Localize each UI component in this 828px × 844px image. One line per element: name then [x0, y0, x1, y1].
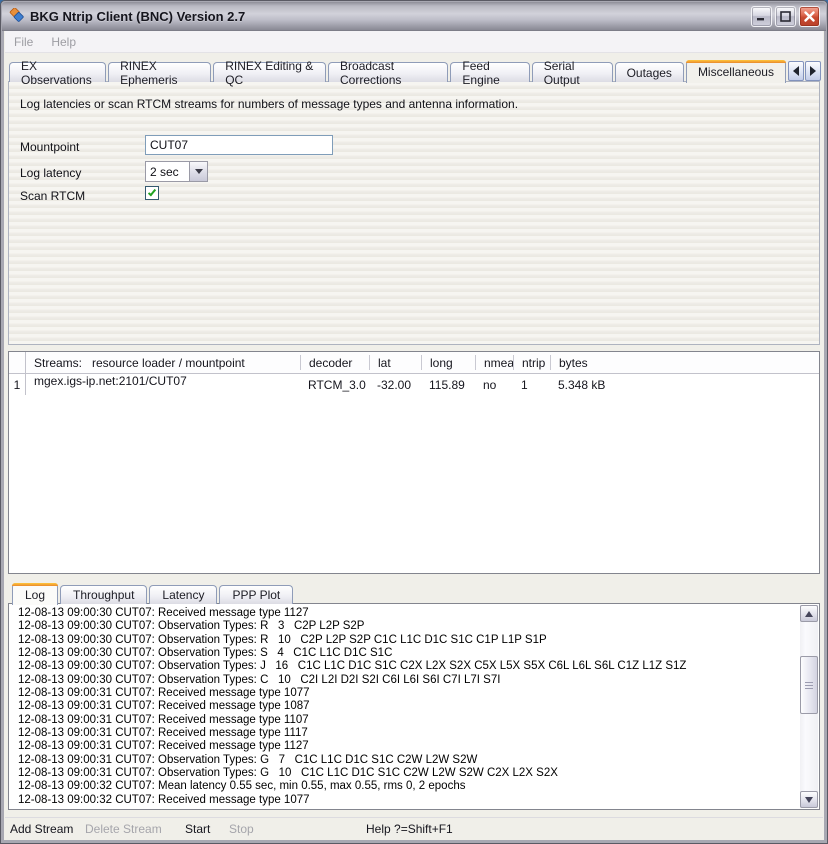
delete-stream-button[interactable]: Delete Stream [85, 822, 162, 836]
tab-rinex-observations[interactable]: EX Observations [9, 62, 106, 82]
client-area: File Help EX Observations RINEX Ephemeri… [5, 31, 823, 839]
row-decoder: RTCM_3.0 [300, 374, 369, 395]
scroll-down-button[interactable] [800, 791, 818, 808]
tab-scroll-left-button[interactable] [788, 61, 804, 81]
miscellaneous-panel: Log latencies or scan RTCM streams for n… [8, 81, 820, 345]
arrow-left-icon [793, 66, 799, 76]
start-button[interactable]: Start [185, 822, 210, 836]
window-controls [751, 6, 820, 27]
log-lines: 12-08-13 09:00:30 CUT07: Received messag… [18, 607, 795, 807]
log-line: 12-08-13 09:00:31 CUT07: Received messag… [18, 700, 795, 713]
chevron-down-icon [195, 169, 203, 178]
log-line: 12-08-13 09:00:31 CUT07: Received messag… [18, 740, 795, 753]
header-long: long [421, 355, 475, 370]
log-line: 12-08-13 09:00:30 CUT07: Observation Typ… [18, 660, 795, 673]
header-nmea: nmea [475, 355, 513, 370]
row-number: 1 [9, 374, 26, 395]
log-line: 12-08-13 09:00:31 CUT07: Received messag… [18, 687, 795, 700]
log-line: 12-08-13 09:00:30 CUT07: Received messag… [18, 607, 795, 620]
scan-rtcm-checkbox[interactable] [145, 186, 159, 200]
tab-throughput[interactable]: Throughput [60, 585, 147, 604]
main-tab-bar: EX Observations RINEX Ephemeris RINEX Ed… [9, 60, 821, 82]
arrow-right-icon [810, 66, 816, 76]
tab-scroll-right-button[interactable] [805, 61, 821, 81]
header-bytes: bytes [550, 355, 819, 370]
scrollbar-thumb[interactable] [800, 656, 818, 714]
log-line: 12-08-13 09:00:30 CUT07: Observation Typ… [18, 674, 795, 687]
scroll-up-button[interactable] [800, 605, 818, 622]
tab-rinex-ephemeris[interactable]: RINEX Ephemeris [108, 62, 211, 82]
row-long: 115.89 [421, 374, 475, 395]
maximize-button[interactable] [775, 6, 796, 27]
log-scrollbar[interactable] [800, 605, 818, 808]
streams-table-header: Streams: resource loader / mountpoint de… [9, 352, 819, 374]
row-ntrip: 1 [513, 374, 550, 395]
title-bar[interactable]: BKG Ntrip Client (BNC) Version 2.7 [2, 2, 826, 31]
row-bytes: 5.348 kB [550, 374, 819, 395]
stop-button[interactable]: Stop [229, 822, 254, 836]
log-latency-select[interactable]: 2 sec [145, 161, 208, 182]
tab-serial-output[interactable]: Serial Output [532, 62, 613, 82]
log-line: 12-08-13 09:00:30 CUT07: Observation Typ… [18, 620, 795, 633]
header-lat: lat [369, 355, 421, 370]
log-line: 12-08-13 09:00:32 CUT07: Mean latency 0.… [18, 780, 795, 793]
mountpoint-input[interactable]: CUT07 [145, 135, 333, 155]
tab-scroll-buttons [788, 61, 821, 81]
scan-rtcm-label: Scan RTCM [20, 189, 85, 203]
log-line: 12-08-13 09:00:31 CUT07: Observation Typ… [18, 754, 795, 767]
header-ntrip: ntrip [513, 355, 550, 370]
log-tab-bar: Log Throughput Latency PPP Plot [12, 582, 295, 604]
combo-dropdown-button[interactable] [189, 162, 207, 181]
row-stream: mgex.igs-ip.net:2101/CUT07 [26, 374, 300, 395]
log-output[interactable]: 12-08-13 09:00:30 CUT07: Received messag… [8, 603, 820, 810]
menu-help[interactable]: Help [42, 35, 85, 49]
tab-rinex-editing-qc[interactable]: RINEX Editing & QC [213, 62, 326, 82]
row-lat: -32.00 [369, 374, 421, 395]
panel-description: Log latencies or scan RTCM streams for n… [20, 97, 518, 111]
log-line: 12-08-13 09:00:30 CUT07: Observation Typ… [18, 647, 795, 660]
tab-log[interactable]: Log [12, 583, 58, 605]
tab-latency[interactable]: Latency [149, 585, 217, 604]
header-decoder: decoder [300, 355, 369, 370]
minimize-button[interactable] [751, 6, 772, 27]
stream-row[interactable]: 1 mgex.igs-ip.net:2101/CUT07 RTCM_3.0 -3… [9, 374, 819, 395]
window-title: BKG Ntrip Client (BNC) Version 2.7 [30, 9, 751, 24]
arrow-down-icon [805, 797, 813, 803]
tab-broadcast-corrections[interactable]: Broadcast Corrections [328, 62, 448, 82]
log-line: 12-08-13 09:00:32 CUT07: Received messag… [18, 794, 795, 807]
check-icon [148, 188, 156, 197]
log-line: 12-08-13 09:00:31 CUT07: Received messag… [18, 714, 795, 727]
log-line: 12-08-13 09:00:30 CUT07: Observation Typ… [18, 634, 795, 647]
mountpoint-label: Mountpoint [20, 140, 79, 154]
header-streams: Streams: resource loader / mountpoint [26, 356, 300, 370]
arrow-up-icon [805, 611, 813, 617]
tab-outages[interactable]: Outages [615, 62, 684, 82]
log-latency-label: Log latency [20, 166, 81, 180]
close-button[interactable] [799, 6, 820, 27]
row-nmea: no [475, 374, 513, 395]
action-bar: Add Stream Delete Stream Start Stop Help… [5, 817, 823, 839]
menu-bar: File Help [5, 31, 823, 53]
help-shortcut-label: Help ?=Shift+F1 [366, 822, 453, 836]
bnc-app-icon [8, 8, 25, 25]
menu-file[interactable]: File [5, 35, 42, 49]
tab-feed-engine[interactable]: Feed Engine [450, 62, 529, 82]
add-stream-button[interactable]: Add Stream [10, 822, 73, 836]
tab-miscellaneous[interactable]: Miscellaneous [686, 60, 786, 83]
log-line: 12-08-13 09:00:31 CUT07: Observation Typ… [18, 767, 795, 780]
log-line: 12-08-13 09:00:31 CUT07: Received messag… [18, 727, 795, 740]
app-window: BKG Ntrip Client (BNC) Version 2.7 File … [0, 0, 828, 844]
streams-table: Streams: resource loader / mountpoint de… [8, 351, 820, 574]
tab-ppp-plot[interactable]: PPP Plot [219, 585, 293, 604]
